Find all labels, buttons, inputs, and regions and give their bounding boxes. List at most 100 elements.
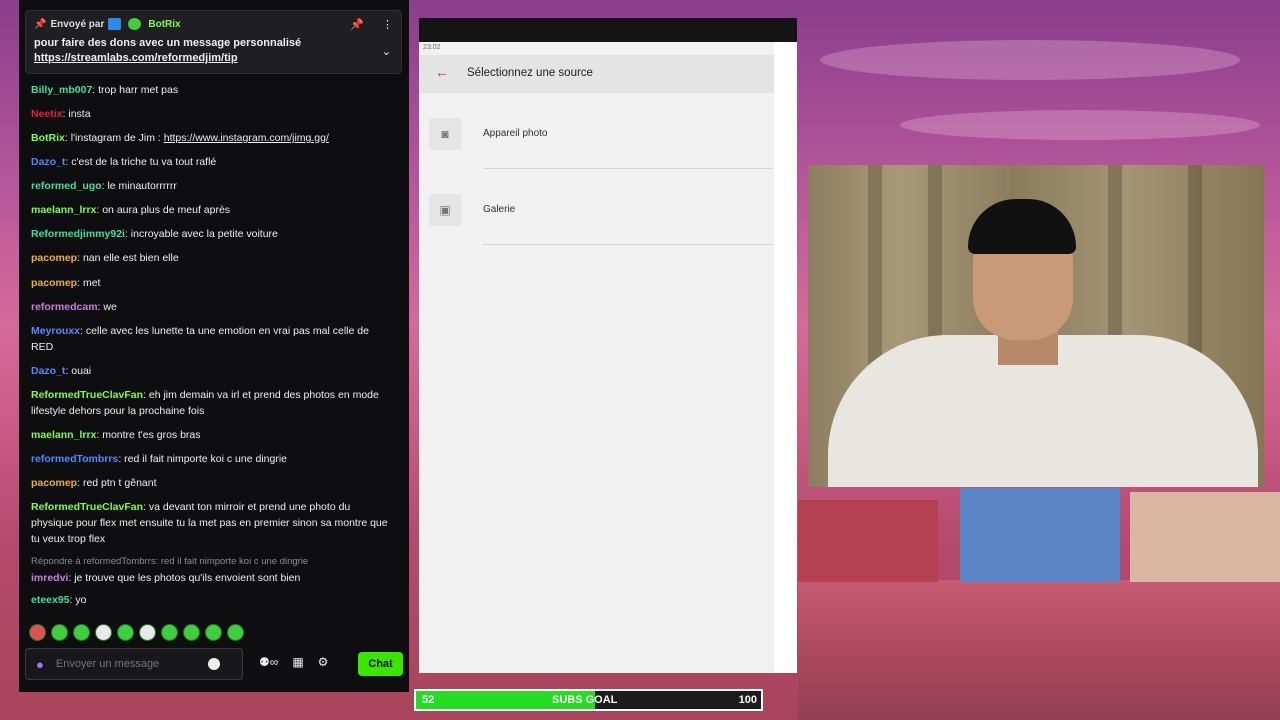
chat-username[interactable]: Reformedjimmy92i bbox=[31, 228, 125, 240]
reply-hint[interactable]: Répondre à reformedTombrrs: red il fait … bbox=[31, 554, 391, 570]
pinned-sender[interactable]: BotRix bbox=[148, 19, 180, 30]
chat-username[interactable]: maelann_lrrx bbox=[31, 429, 96, 441]
chat-text: yo bbox=[75, 594, 87, 606]
emote-bar bbox=[29, 624, 244, 641]
chat-text: trop harr met pas bbox=[98, 84, 179, 96]
back-arrow-icon[interactable]: ← bbox=[435, 64, 449, 80]
chat-username[interactable]: reformedcam bbox=[31, 301, 98, 313]
background-building bbox=[960, 488, 1120, 582]
chat-tools: ⚉∞ ▦ ⚙ bbox=[259, 655, 328, 669]
emoji-picker-icon[interactable] bbox=[207, 658, 220, 670]
chat-username[interactable]: Dazo_t bbox=[31, 156, 65, 168]
verified-badge-icon bbox=[128, 18, 142, 30]
chat-message: Meyrouxx: celle avec les lunette ta une … bbox=[31, 325, 369, 353]
chat-username[interactable]: reformedTombrrs bbox=[31, 453, 118, 465]
emote-icon[interactable] bbox=[117, 624, 134, 641]
unpin-icon[interactable]: 📌 bbox=[350, 18, 364, 31]
store-icon[interactable]: ▦ bbox=[292, 655, 303, 669]
chat-text: we bbox=[103, 301, 117, 313]
chevron-down-icon[interactable]: ⌄ bbox=[382, 45, 391, 58]
chat-message: Neetix: insta bbox=[31, 108, 91, 120]
source-picker-header: ← Sélectionnez une source bbox=[419, 55, 774, 93]
background-building bbox=[1130, 492, 1280, 582]
emote-icon[interactable] bbox=[161, 624, 178, 641]
chat-text: ouai bbox=[71, 365, 92, 377]
chat-message: Répondre à reformedTombrrs: red il fait … bbox=[31, 554, 391, 586]
gallery-icon: ▣ bbox=[429, 194, 461, 226]
chat-message: pacomep: red ptn t gênant bbox=[31, 477, 157, 489]
chat-input-box[interactable]: ● bbox=[25, 648, 243, 680]
status-bar-time: 23:02 bbox=[423, 44, 441, 51]
chat-text: montre t'es gros bras bbox=[102, 429, 201, 441]
emote-icon[interactable] bbox=[227, 624, 244, 641]
subs-goal-current: 52 bbox=[422, 694, 435, 706]
pinned-link[interactable]: https://streamlabs.com/reformedjim/tip bbox=[34, 51, 393, 66]
pinned-message: 📌 Envoyé par BotRix 📌 ⋮ pour faire des d… bbox=[25, 10, 402, 74]
chat-message: eteex95: yo bbox=[31, 594, 87, 606]
chat-username[interactable]: pacomep bbox=[31, 277, 77, 289]
chat-username[interactable]: Dazo_t bbox=[31, 365, 65, 377]
emote-icon[interactable] bbox=[183, 624, 200, 641]
chat-message: Reformedjimmy92i: incroyable avec la pet… bbox=[31, 228, 278, 240]
chat-username[interactable]: maelann_lrrx bbox=[31, 204, 96, 216]
chat-message: pacomep: nan elle est bien elle bbox=[31, 252, 179, 264]
pin-icon: 📌 bbox=[34, 18, 47, 30]
chat-username[interactable]: ReformedTrueClavFan bbox=[31, 501, 143, 513]
phone-edge bbox=[774, 42, 797, 673]
chat-text: je trouve que les photos qu'ils envoient… bbox=[74, 572, 301, 584]
chat-link[interactable]: https://www.instagram.com/jimg.gg/ bbox=[164, 132, 329, 144]
emote-icon[interactable] bbox=[73, 624, 90, 641]
chat-message: maelann_lrrx: montre t'es gros bras bbox=[31, 429, 201, 441]
emote-icon[interactable] bbox=[139, 624, 156, 641]
chat-text: red ptn t gênant bbox=[82, 477, 157, 489]
sky-cloud bbox=[900, 110, 1260, 140]
chat-message: Billy_mb007: trop harr met pas bbox=[31, 84, 179, 96]
phone-screen: 23:02 ← Sélectionnez une source ◙ Appare… bbox=[419, 42, 797, 673]
source-camera[interactable]: ◙ Appareil photo bbox=[419, 93, 774, 169]
pinned-sent-by-label: Envoyé par bbox=[50, 18, 105, 30]
send-chat-button[interactable]: Chat bbox=[358, 652, 403, 676]
source-gallery[interactable]: ▣ Galerie bbox=[419, 169, 774, 245]
chat-username[interactable]: ReformedTrueClavFan bbox=[31, 389, 143, 401]
chat-username[interactable]: Billy_mb007 bbox=[31, 84, 92, 96]
camera-icon: ◙ bbox=[429, 118, 461, 150]
chat-message: ReformedTrueClavFan: eh jim demain va ir… bbox=[31, 389, 379, 417]
emote-icon[interactable] bbox=[205, 624, 222, 641]
chat-message: Dazo_t: ouai bbox=[31, 365, 92, 377]
streamer-cap bbox=[968, 199, 1076, 254]
chat-username[interactable]: reformed_ugo bbox=[31, 180, 102, 192]
emote-icon[interactable] bbox=[29, 624, 46, 641]
chat-username[interactable]: pacomep bbox=[31, 477, 77, 489]
microphone-icon[interactable]: ● bbox=[36, 657, 44, 672]
pinned-text: pour faire des dons avec un message pers… bbox=[34, 37, 302, 49]
chat-username[interactable]: Meyrouxx bbox=[31, 325, 80, 337]
chat-message: BotRix: l'instagram de Jim : https://www… bbox=[31, 132, 329, 144]
chat-text: insta bbox=[68, 108, 91, 120]
settings-gear-icon[interactable]: ⚙ bbox=[318, 655, 329, 669]
more-options-icon[interactable]: ⋮ bbox=[382, 18, 393, 31]
phone-notch-bar bbox=[419, 18, 797, 42]
chat-username[interactable]: Neetix bbox=[31, 108, 63, 120]
chat-username[interactable]: BotRix bbox=[31, 132, 65, 144]
subs-goal-bar: 52 SUBS GOAL 100 bbox=[414, 689, 763, 711]
channel-points-icon[interactable]: ⚉∞ bbox=[259, 655, 278, 669]
emote-icon[interactable] bbox=[95, 624, 112, 641]
chat-text: incroyable avec la petite voiture bbox=[130, 228, 278, 240]
source-gallery-label: Galerie bbox=[483, 204, 516, 215]
chat-text: le minautorrrrrr bbox=[107, 180, 177, 192]
chat-panel: 📌 Envoyé par BotRix 📌 ⋮ pour faire des d… bbox=[19, 0, 409, 692]
pinned-header: 📌 Envoyé par BotRix bbox=[34, 18, 393, 30]
chat-message: reformed_ugo: le minautorrrrrr bbox=[31, 180, 177, 192]
source-picker-title: Sélectionnez une source bbox=[467, 67, 593, 79]
chat-message: reformedcam: we bbox=[31, 301, 117, 313]
emote-icon[interactable] bbox=[51, 624, 68, 641]
source-camera-label: Appareil photo bbox=[483, 128, 548, 139]
chat-text: on aura plus de meuf après bbox=[102, 204, 231, 216]
chat-message-input[interactable] bbox=[55, 658, 196, 670]
chat-username[interactable]: pacomep bbox=[31, 252, 77, 264]
chat-username[interactable]: imredvi bbox=[31, 572, 68, 584]
chat-username[interactable]: eteex95 bbox=[31, 594, 70, 606]
chat-text: c'est de la triche tu va tout raflé bbox=[71, 156, 217, 168]
street-ground bbox=[798, 580, 1280, 720]
chat-message: ReformedTrueClavFan: va devant ton mirro… bbox=[31, 501, 388, 545]
